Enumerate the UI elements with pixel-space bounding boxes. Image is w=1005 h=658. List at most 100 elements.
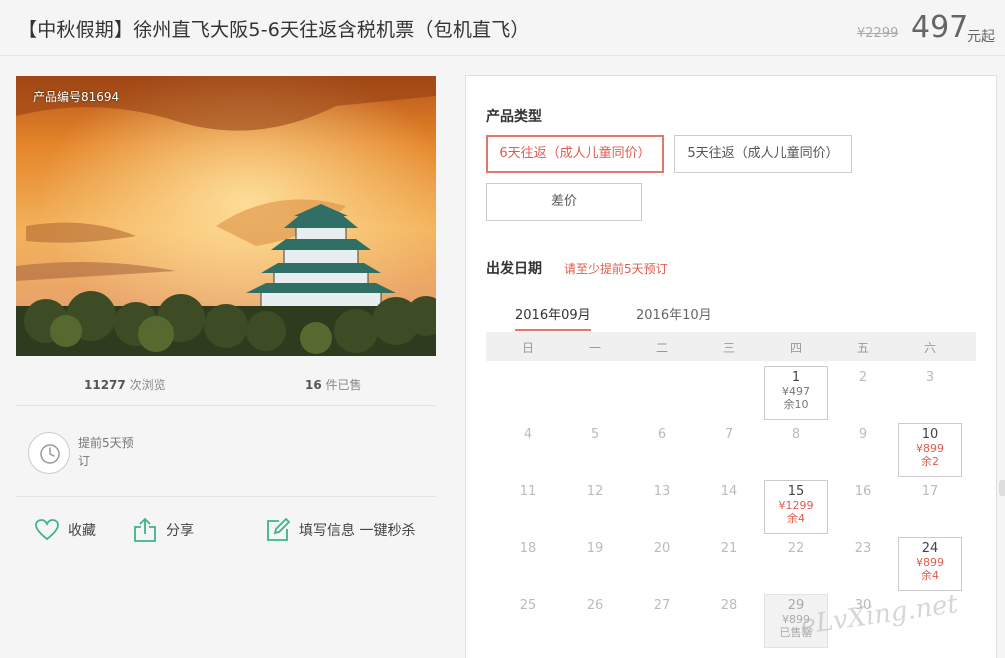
calendar-day-number: 13 — [653, 484, 671, 499]
calendar-day-number: 25 — [519, 598, 537, 613]
calendar-day-number: 1 — [791, 370, 801, 385]
calendar-day-number: 9 — [858, 427, 868, 442]
calendar-day: 3 — [898, 370, 962, 390]
favorite-label: 收藏 — [68, 523, 96, 539]
calendar-day-number: 7 — [724, 427, 734, 442]
calendar-day-number: 5 — [590, 427, 600, 442]
date-hint: 请至少提前5天预订 — [564, 262, 668, 276]
product-page: 【中秋假期】徐州直飞大阪5-6天往返含税机票（包机直飞） ¥2299 497 元… — [0, 0, 1005, 658]
heart-icon — [35, 519, 59, 541]
calendar-day: 23 — [831, 541, 895, 561]
price-unit: 元起 — [967, 29, 995, 45]
calendar-day[interactable]: 10 ¥899 余2 — [898, 423, 962, 477]
calendar-day: 28 — [697, 598, 761, 618]
calendar-day: 14 — [697, 484, 761, 504]
calendar-day-number: 6 — [657, 427, 667, 442]
product-type-option-5day[interactable]: 5天往返（成人儿童同价） — [674, 135, 852, 173]
booking-panel: 产品类型 6天往返（成人儿童同价） 5天往返（成人儿童同价） 差价 出发日期 请… — [465, 75, 997, 658]
calendar-day[interactable]: 24 ¥899 余4 — [898, 537, 962, 591]
calendar-day: 12 — [563, 484, 627, 504]
departure-date-label: 出发日期 — [486, 261, 542, 277]
views-label: 次浏览 — [125, 378, 166, 392]
calendar-day-number: 23 — [854, 541, 872, 556]
calendar-day: 6 — [630, 427, 694, 447]
calendar-day-price: ¥1299 — [778, 499, 814, 512]
views-stat: 11277 次浏览 — [84, 376, 166, 393]
calendar-day-number: 8 — [791, 427, 801, 442]
calendar-day-number: 12 — [586, 484, 604, 499]
calendar-day: 9 — [831, 427, 895, 447]
fill-info-label: 填写信息 一键秒杀 — [299, 523, 416, 539]
calendar-day: 2 — [831, 370, 895, 390]
osaka-castle-image — [16, 76, 436, 356]
calendar-day-number: 17 — [921, 484, 939, 499]
calendar-day: 27 — [630, 598, 694, 618]
calendar-day-number: 15 — [787, 484, 805, 499]
action-bar: 收藏 分享 填写信息 一键秒杀 — [16, 498, 436, 562]
original-price: ¥2299 — [857, 26, 899, 41]
sold-count: 16 — [305, 378, 322, 392]
calendar-day[interactable]: 1 ¥497 余10 — [764, 366, 828, 420]
calendar-day: 21 — [697, 541, 761, 561]
calendar-day-remaining: 余4 — [921, 569, 939, 582]
calendar-day-remaining: 余10 — [783, 398, 809, 411]
share-icon — [134, 517, 156, 542]
share-button[interactable]: 分享 — [132, 516, 194, 544]
favorite-button[interactable]: 收藏 — [34, 516, 96, 544]
calendar-day: 13 — [630, 484, 694, 504]
weekday-header: 日 一 二 三 四 五 六 — [486, 332, 976, 361]
product-type-option-6day[interactable]: 6天往返（成人儿童同价） — [486, 135, 664, 173]
tab-month-sep[interactable]: 2016年09月 — [515, 304, 591, 331]
calendar-day-number: 27 — [653, 598, 671, 613]
weekday-sat: 六 — [923, 341, 936, 355]
calendar-day-number: 2 — [858, 370, 868, 385]
views-count: 11277 — [84, 378, 126, 392]
calendar-day-remaining: 余2 — [921, 455, 939, 468]
calendar-day: 8 — [764, 427, 828, 447]
calendar-day: 11 — [496, 484, 560, 504]
calendar-day-remaining: 余4 — [787, 512, 805, 525]
calendar-day-price: ¥497 — [782, 385, 810, 398]
calendar-day-price: ¥899 — [916, 556, 944, 569]
tab-month-oct[interactable]: 2016年10月 — [636, 304, 712, 329]
product-stats: 11277 次浏览 16 件已售 — [16, 362, 436, 406]
weekday-thu: 四 — [789, 341, 802, 355]
calendar-day-number: 14 — [720, 484, 738, 499]
share-label: 分享 — [166, 523, 194, 539]
weekday-sun: 日 — [521, 341, 534, 355]
calendar-day-number: 10 — [921, 427, 939, 442]
calendar-day-number: 21 — [720, 541, 738, 556]
calendar-day: 22 — [764, 541, 828, 561]
calendar-day: 20 — [630, 541, 694, 561]
calendar-day: 16 — [831, 484, 895, 504]
product-type-option-difference[interactable]: 差价 — [486, 183, 642, 221]
scroll-handle[interactable] — [999, 480, 1005, 496]
fill-info-button[interactable]: 填写信息 一键秒杀 — [265, 516, 415, 544]
calendar-day-number: 18 — [519, 541, 537, 556]
weekday-mon: 一 — [588, 341, 601, 355]
weekday-wed: 三 — [722, 341, 735, 355]
calendar-day-number: 4 — [523, 427, 533, 442]
sold-label: 件已售 — [321, 378, 362, 392]
weekday-fri: 五 — [856, 341, 869, 355]
sold-stat: 16 件已售 — [305, 376, 362, 393]
calendar-day-number: 19 — [586, 541, 604, 556]
calendar-day-price: ¥899 — [916, 442, 944, 455]
calendar-day-number: 11 — [519, 484, 537, 499]
product-photo — [16, 76, 436, 356]
calendar-day-number: 20 — [653, 541, 671, 556]
current-price: 497 — [911, 10, 969, 45]
product-title: 【中秋假期】徐州直飞大阪5-6天往返含税机票（包机直飞） — [18, 19, 530, 41]
product-code: 产品编号81694 — [33, 90, 120, 104]
calendar-day: 7 — [697, 427, 761, 447]
calendar-day-number: 22 — [787, 541, 805, 556]
title-bar: 【中秋假期】徐州直飞大阪5-6天往返含税机票（包机直飞） ¥2299 497 元… — [0, 0, 1005, 56]
advance-notice-text: 提前5天预订 — [78, 436, 134, 468]
calendar-day: 18 — [496, 541, 560, 561]
calendar-day[interactable]: 15 ¥1299 余4 — [764, 480, 828, 534]
calendar-day: 5 — [563, 427, 627, 447]
calendar-day-number: 28 — [720, 598, 738, 613]
advance-notice: 提前5天预订 — [16, 407, 436, 497]
calendar-day: 4 — [496, 427, 560, 447]
calendar-day: 25 — [496, 598, 560, 618]
